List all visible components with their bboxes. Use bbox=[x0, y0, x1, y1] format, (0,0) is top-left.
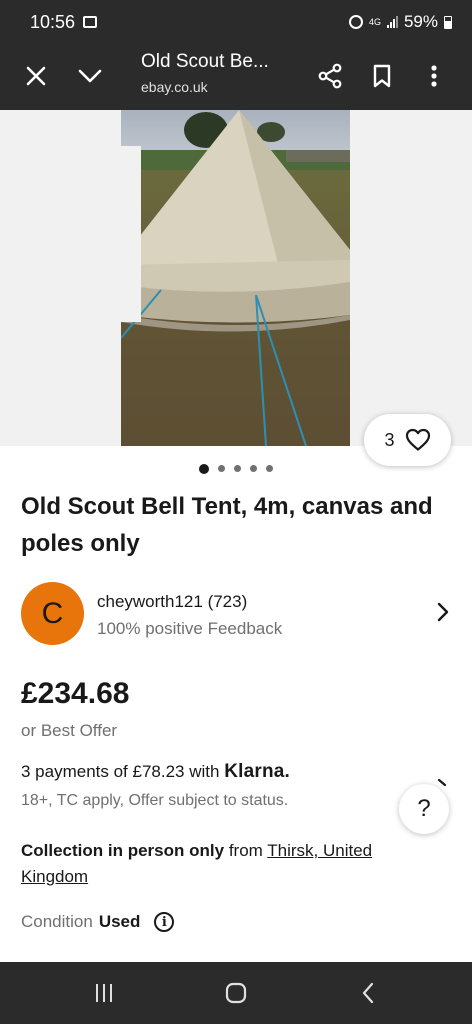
seller-feedback: 100% positive Feedback bbox=[97, 619, 283, 638]
back-icon bbox=[362, 982, 374, 1004]
back-button[interactable] bbox=[353, 979, 383, 1007]
more-options-button[interactable] bbox=[414, 56, 454, 96]
collection-from: from bbox=[228, 841, 263, 860]
best-offer-label: or Best Offer bbox=[21, 721, 118, 740]
gallery-pagination bbox=[0, 463, 472, 474]
recents-icon bbox=[96, 984, 112, 1002]
chevron-down-icon bbox=[78, 69, 102, 83]
heart-icon bbox=[405, 428, 430, 451]
more-vert-icon bbox=[431, 65, 437, 87]
page-title-block: Old Scout Be... ebay.co.uk bbox=[141, 51, 269, 95]
klarna-text: 3 payments of £78.23 with bbox=[21, 762, 220, 781]
gallery-dot[interactable] bbox=[250, 465, 257, 472]
help-button[interactable]: ? bbox=[399, 784, 449, 834]
gallery-notification-icon bbox=[83, 16, 98, 28]
item-price: £234.68 bbox=[21, 677, 130, 710]
battery-percent: 59% bbox=[403, 12, 438, 31]
battery-icon bbox=[444, 15, 452, 29]
share-button[interactable] bbox=[310, 56, 350, 96]
klarna-payments[interactable]: 3 payments of £78.23 with Klarna. bbox=[21, 761, 290, 783]
home-icon bbox=[225, 982, 247, 1004]
seller-card[interactable]: C cheyworth121 (723) 100% positive Feedb… bbox=[21, 582, 451, 646]
status-bar: 10:56 4G 59% bbox=[0, 0, 472, 44]
watch-count: 3 bbox=[384, 429, 395, 450]
collection-label: Collection in person only bbox=[21, 841, 225, 860]
top-app-bar: Old Scout Be... ebay.co.uk bbox=[0, 44, 472, 110]
condition-label: Condition bbox=[21, 912, 93, 931]
signal-icon bbox=[386, 16, 398, 28]
close-icon bbox=[26, 66, 46, 86]
page-domain: ebay.co.uk bbox=[141, 79, 208, 95]
status-time: 10:56 bbox=[30, 11, 76, 32]
image-gallery[interactable] bbox=[0, 110, 472, 446]
item-title: Old Scout Bell Tent, 4m, canvas and pole… bbox=[21, 493, 433, 557]
info-icon[interactable]: i bbox=[154, 912, 175, 932]
collapse-button[interactable] bbox=[70, 56, 110, 96]
gallery-dot[interactable] bbox=[218, 465, 225, 472]
condition-row: Condition Used i bbox=[21, 912, 175, 932]
listing-photo[interactable] bbox=[121, 110, 350, 446]
seller-name: cheyworth121 (723) bbox=[97, 592, 248, 611]
network-type: 4G bbox=[368, 16, 381, 27]
share-icon bbox=[318, 63, 342, 89]
page-title: Old Scout Be... bbox=[141, 51, 269, 72]
status-icons: 4G 59% bbox=[348, 12, 452, 32]
recents-button[interactable] bbox=[89, 979, 119, 1007]
photo-edge bbox=[121, 146, 141, 322]
delivery-info: Collection in person only from Thirsk, U… bbox=[21, 838, 441, 890]
watch-button[interactable]: 3 bbox=[364, 414, 451, 466]
klarna-note: 18+, TC apply, Offer subject to status. bbox=[21, 792, 289, 809]
klarna-logo: Klarna. bbox=[224, 761, 291, 782]
gallery-dot[interactable] bbox=[266, 465, 273, 472]
gallery-dot[interactable] bbox=[199, 463, 209, 474]
alarm-icon bbox=[348, 15, 363, 29]
system-nav-bar bbox=[0, 962, 472, 1024]
gallery-dot[interactable] bbox=[234, 465, 241, 472]
chevron-right-icon bbox=[437, 602, 449, 622]
condition-value: Used bbox=[98, 912, 141, 931]
bookmark-button[interactable] bbox=[362, 56, 402, 96]
seller-avatar: C bbox=[21, 582, 84, 645]
close-button[interactable] bbox=[16, 56, 56, 96]
bookmark-icon bbox=[373, 64, 391, 88]
home-button[interactable] bbox=[221, 979, 251, 1007]
